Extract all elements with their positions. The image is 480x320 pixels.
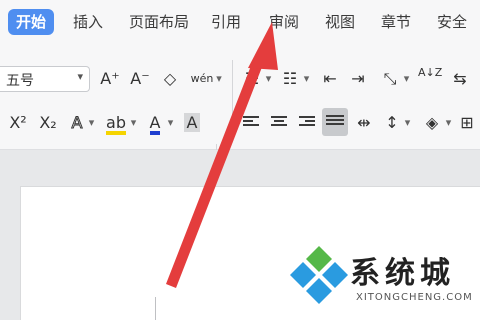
arrow-shaft (166, 58, 264, 288)
arrow-head (248, 22, 278, 70)
annotation-arrow (166, 22, 278, 288)
